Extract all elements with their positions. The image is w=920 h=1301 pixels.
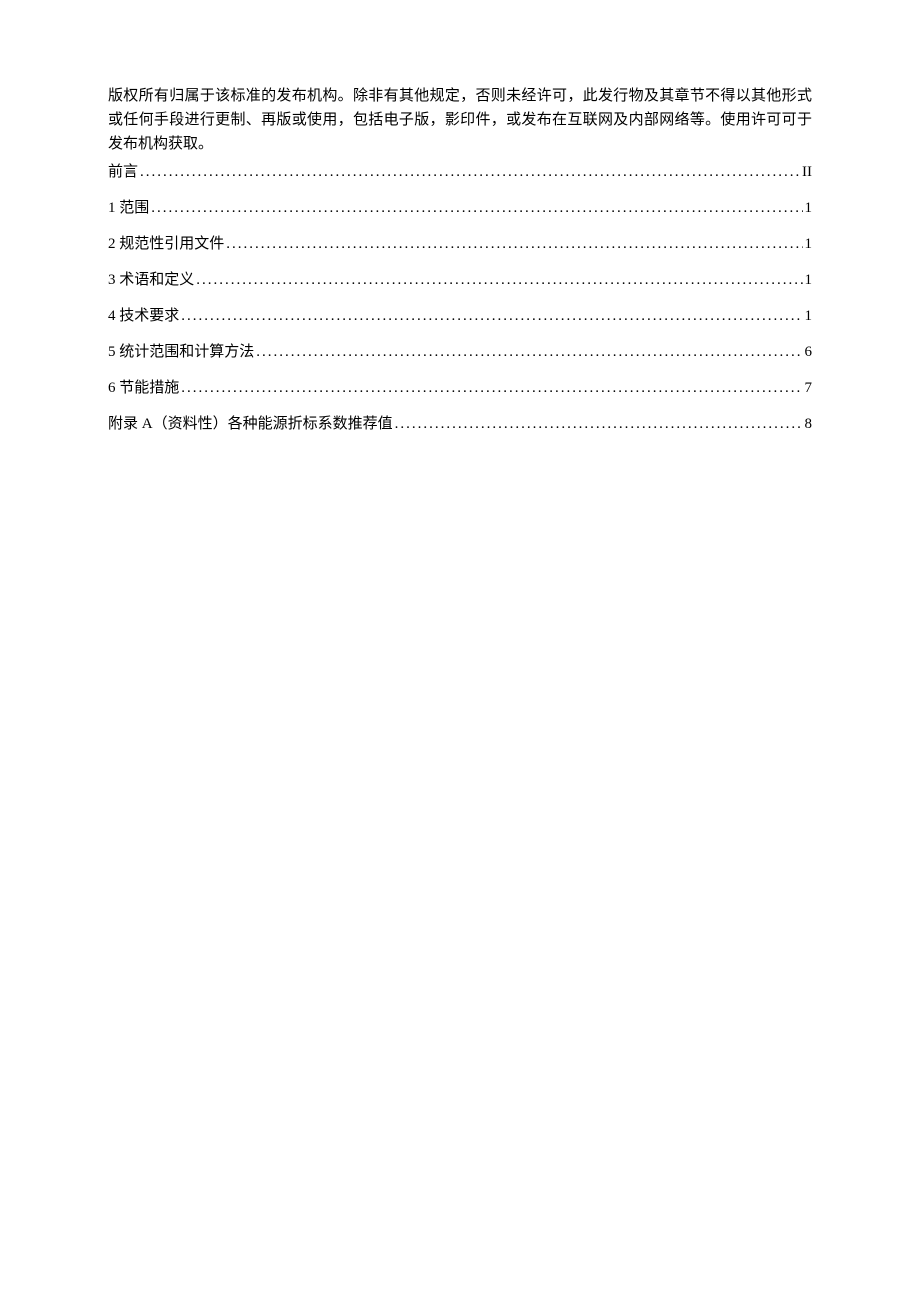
toc-page: 1: [805, 268, 813, 292]
toc-label: 4 技术要求: [108, 304, 179, 328]
toc-label: 附录 A（资料性）各种能源折标系数推荐值: [108, 412, 393, 436]
toc-entry: 前言 II: [108, 160, 812, 184]
toc-page: 1: [805, 232, 813, 256]
toc-page: 6: [805, 340, 813, 364]
toc-entry: 5 统计范围和计算方法 6: [108, 340, 812, 364]
toc-leader: [140, 160, 800, 184]
toc-entry: 4 技术要求 1: [108, 304, 812, 328]
toc-leader: [151, 196, 802, 220]
toc-label: 6 节能措施: [108, 376, 179, 400]
toc-page: 8: [805, 412, 813, 436]
toc-leader: [181, 304, 802, 328]
toc-leader: [226, 232, 802, 256]
toc-label: 2 规范性引用文件: [108, 232, 224, 256]
table-of-contents: 前言 II 1 范围 1 2 规范性引用文件 1 3 术语和定义 1 4 技术要…: [108, 160, 812, 436]
toc-page: 1: [805, 196, 813, 220]
toc-page: II: [802, 160, 812, 184]
toc-label: 3 术语和定义: [108, 268, 194, 292]
toc-entry: 2 规范性引用文件 1: [108, 232, 812, 256]
toc-label: 5 统计范围和计算方法: [108, 340, 254, 364]
toc-entry: 附录 A（资料性）各种能源折标系数推荐值 8: [108, 412, 812, 436]
toc-leader: [196, 268, 802, 292]
toc-entry: 1 范围 1: [108, 196, 812, 220]
copyright-notice: 版权所有归属于该标准的发布机构。除非有其他规定，否则未经许可，此发行物及其章节不…: [108, 84, 812, 156]
toc-leader: [395, 412, 803, 436]
toc-leader: [181, 376, 802, 400]
toc-label: 1 范围: [108, 196, 149, 220]
toc-leader: [256, 340, 802, 364]
toc-page: 1: [805, 304, 813, 328]
toc-entry: 6 节能措施 7: [108, 376, 812, 400]
toc-page: 7: [805, 376, 813, 400]
toc-entry: 3 术语和定义 1: [108, 268, 812, 292]
toc-label: 前言: [108, 160, 138, 184]
